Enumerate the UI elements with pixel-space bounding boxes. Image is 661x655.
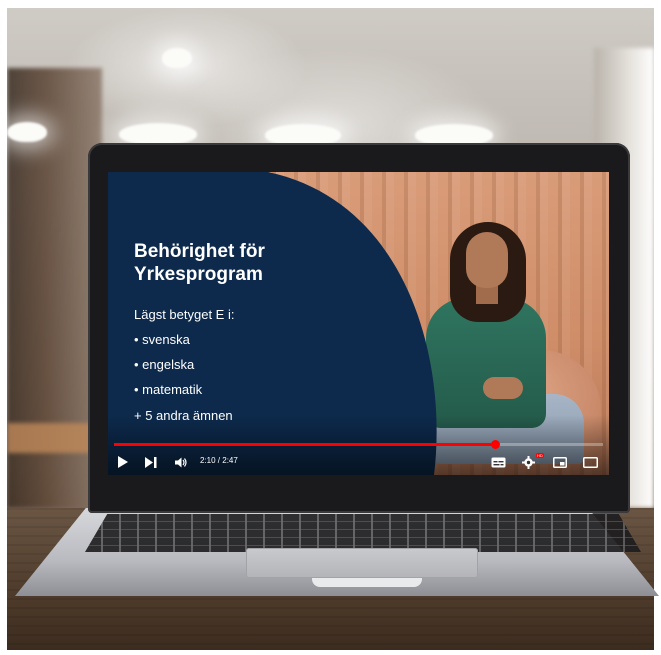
hd-badge: HD xyxy=(536,453,544,458)
list-item: • engelska xyxy=(134,357,195,372)
presenter-hands xyxy=(483,377,523,399)
list-item-label: engelska xyxy=(142,357,195,372)
ceiling-lamp xyxy=(7,122,47,142)
progress-bar[interactable] xyxy=(114,440,603,449)
next-icon xyxy=(145,456,157,468)
slide-subtitle: Lägst betyget E i: xyxy=(134,307,235,322)
settings-icon xyxy=(521,455,535,469)
list-item-label: svenska xyxy=(142,332,190,347)
ceiling-lamp xyxy=(162,48,192,68)
theater-button[interactable] xyxy=(582,455,598,469)
laptop-notch xyxy=(312,578,422,587)
list-item-label: matematik xyxy=(142,382,203,397)
miniplayer-button[interactable] xyxy=(552,455,568,469)
progress-fill xyxy=(114,443,496,446)
trackpad[interactable] xyxy=(246,548,478,578)
volume-icon xyxy=(175,457,187,467)
video-player[interactable]: Behörighet för Yrkesprogram Lägst betyge… xyxy=(108,172,609,475)
subtitles-button[interactable] xyxy=(490,455,506,469)
theater-icon xyxy=(582,456,598,468)
keyboard-rows xyxy=(85,514,641,552)
miniplayer-icon xyxy=(553,456,567,468)
settings-button[interactable] xyxy=(520,455,536,469)
slide-title: Behörighet för Yrkesprogram xyxy=(134,241,265,285)
next-button[interactable] xyxy=(144,455,158,469)
presenter-face xyxy=(466,232,508,288)
play-icon xyxy=(117,456,128,468)
list-item: • svenska xyxy=(134,332,190,347)
play-button[interactable] xyxy=(115,455,129,469)
ceiling-lamp xyxy=(119,123,197,145)
list-item: • matematik xyxy=(134,382,203,397)
slide-list: • svenska • engelska • matematik xyxy=(134,332,202,407)
volume-button[interactable] xyxy=(174,455,188,469)
background-shelf xyxy=(7,423,97,453)
time-display: 2:10 / 2:47 xyxy=(200,456,238,465)
subtitles-icon xyxy=(491,457,505,467)
